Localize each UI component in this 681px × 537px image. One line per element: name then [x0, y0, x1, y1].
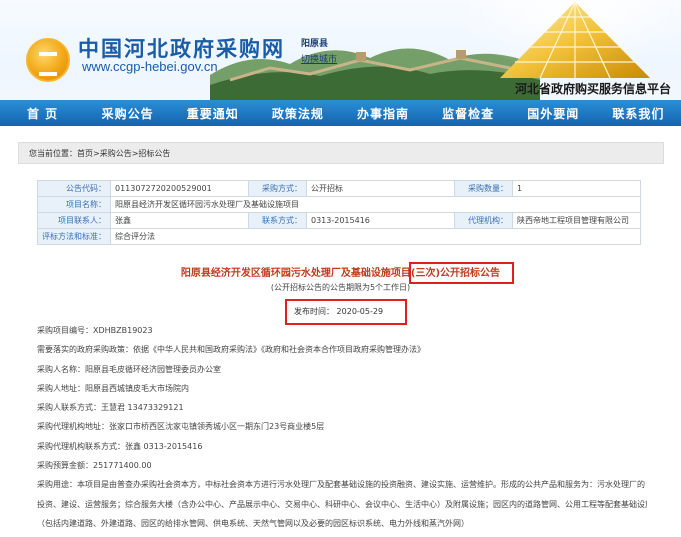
- label-contact-phone: 联系方式：: [248, 212, 307, 229]
- label-procurement-method: 采购方式：: [248, 180, 307, 197]
- nav-policy[interactable]: 政策法规: [255, 105, 340, 122]
- body-line: 采购代理机构联系方式：张鑫 0313-2015416: [37, 441, 203, 451]
- main-nav: 首 页 采购公告 重要通知 政策法规 办事指南 监督检查 国外要闻 联系我们: [0, 100, 681, 126]
- nav-contact[interactable]: 联系我们: [596, 105, 681, 122]
- value-project-contact: 张鑫: [110, 212, 249, 229]
- value-procurement-method: 公开招标: [306, 180, 455, 197]
- switch-city-link[interactable]: 切换城市: [301, 52, 337, 65]
- platform-title[interactable]: 河北省政府购买服务信息平台: [515, 80, 671, 97]
- nav-procurement-notice[interactable]: 采购公告: [85, 105, 170, 122]
- notice-subtitle: (公开招标公告的公告期限为5个工作日): [270, 283, 411, 292]
- body-line: 采购人名称：阳原县毛皮循环经济园管理委员办公室: [37, 364, 221, 374]
- label-project-contact: 项目联系人：: [37, 212, 111, 229]
- body-line: 采购代理机构地址：张家口市桥西区沈家屯镇领秀城小区一期东门23号商业楼5层: [37, 422, 325, 432]
- nav-foreign-news[interactable]: 国外要闻: [511, 105, 596, 122]
- label-notice-code: 公告代码：: [37, 180, 111, 197]
- table-row: 项目联系人： 张鑫 联系方式： 0313-2015416 代理机构： 陕西帝地工…: [37, 212, 641, 229]
- notice-info-table: 公告代码： 0113072720200529001 采购方式： 公开招标 采购数…: [37, 180, 641, 245]
- site-url: www.ccgp-hebei.gov.cn: [82, 59, 218, 74]
- value-evaluation-method: 综合评分法: [110, 228, 641, 245]
- notice-body: 采购项目编号：XDHBZB19023 需要落实的政府采购政策：依据《中华人民共和…: [37, 321, 647, 533]
- label-quantity: 采购数量：: [454, 180, 513, 197]
- body-line: 采购人地址：阳原县西城镇皮毛大市场院内: [37, 383, 189, 393]
- body-line: 采购人联系方式：王慧君 13473329121: [37, 403, 184, 413]
- label-evaluation-method: 评标方法和标准：: [37, 228, 111, 245]
- highlight-box-title: [409, 262, 514, 284]
- breadcrumb[interactable]: 您当前位置：首页>采购公告>招标公告: [18, 142, 664, 164]
- current-city: 阳原县: [301, 39, 329, 49]
- label-agency: 代理机构：: [454, 212, 513, 229]
- value-notice-code: 0113072720200529001: [110, 180, 249, 197]
- body-line: 采购项目编号：XDHBZB19023: [37, 326, 153, 335]
- header-banner: 中国河北政府采购网 www.ccgp-hebei.gov.cn 阳原县 切换城市: [0, 0, 681, 100]
- value-project-name: 阳原县经济开发区循环园污水处理厂及基础设施项目: [110, 196, 641, 213]
- body-line: （包括内建道路、外建道路、园区的给排水管网、供电系统、天然气管网以及必要的园区标…: [37, 518, 469, 528]
- value-contact-phone: 0313-2015416: [306, 212, 455, 229]
- nav-supervision[interactable]: 监督检查: [426, 105, 511, 122]
- table-row: 评标方法和标准： 综合评分法: [37, 228, 641, 245]
- ccgp-logo-icon[interactable]: [26, 38, 70, 82]
- body-line: 需要落实的政府采购政策：依据《中华人民共和国政府采购法》《政府和社会资本合作项目…: [37, 345, 425, 355]
- label-project-name: 项目名称：: [37, 196, 111, 213]
- value-agency: 陕西帝地工程项目管理有限公司: [512, 212, 641, 229]
- value-quantity: 1: [512, 180, 641, 197]
- body-line: 采购用途：本项目是由普查办采购社会资本方，中标社会资本方进行污水处理厂及配套基础…: [37, 480, 645, 490]
- body-line: 投资、建设、运营服务；综合服务大楼（含办公中心、产品展示中心、交易中心、科研中心…: [37, 499, 647, 509]
- table-row: 公告代码： 0113072720200529001 采购方式： 公开招标 采购数…: [37, 180, 641, 197]
- notice-title: 阳原县经济开发区循环园污水处理厂及基础设施项目(三次)公开招标公告: [180, 268, 501, 279]
- nav-important-notice[interactable]: 重要通知: [170, 105, 255, 122]
- nav-guide[interactable]: 办事指南: [341, 105, 426, 122]
- body-line: 采购预算金额：251771400.00: [37, 461, 152, 471]
- table-row: 项目名称： 阳原县经济开发区循环园污水处理厂及基础设施项目: [37, 196, 641, 213]
- nav-home[interactable]: 首 页: [0, 105, 85, 122]
